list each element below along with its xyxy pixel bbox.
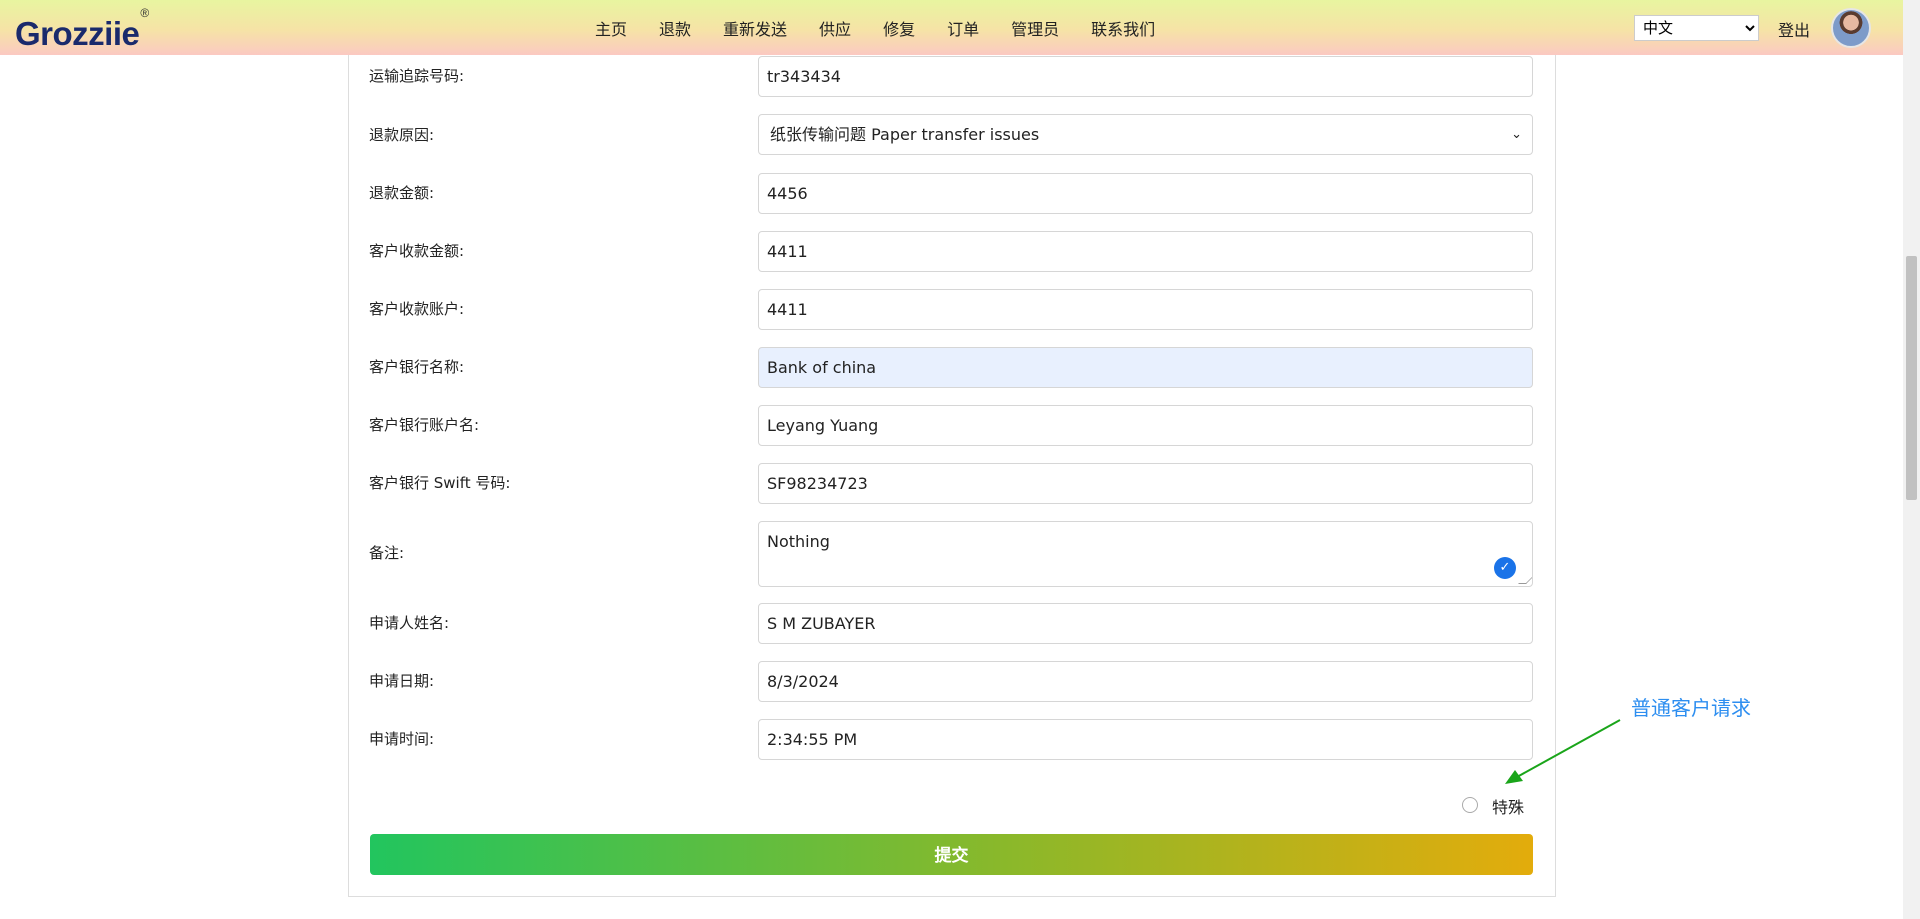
main-nav: 主页 退款 重新发送 供应 修复 订单 管理员 联系我们 (595, 0, 1187, 55)
application-date-label: 申请日期: (369, 672, 435, 690)
remarks-textarea[interactable]: Nothing ✓ (758, 521, 1533, 587)
nav-item-supply[interactable]: 供应 (819, 16, 851, 40)
refund-amount-input[interactable]: 4456 (758, 173, 1533, 214)
bank-name-input[interactable]: Bank of china (758, 347, 1533, 388)
logout-link[interactable]: 登出 (1778, 17, 1810, 41)
nav-item-repair[interactable]: 修复 (883, 16, 915, 40)
customer-account-label: 客户收款账户: (369, 300, 465, 318)
tracking-number-input[interactable]: tr343434 (758, 56, 1533, 97)
annotation-arrow-icon (1505, 719, 1621, 784)
swift-code-input[interactable]: SF98234723 (758, 463, 1533, 504)
nav-item-orders[interactable]: 订单 (947, 16, 979, 40)
scrollbar-thumb[interactable] (1906, 256, 1917, 500)
checkmark-icon: ✓ (1494, 557, 1516, 579)
page-scrollbar[interactable] (1903, 0, 1920, 919)
remarks-value: Nothing (767, 532, 830, 551)
nav-item-resend[interactable]: 重新发送 (723, 16, 787, 40)
application-time-label: 申请时间: (369, 730, 435, 748)
application-date-input[interactable]: 8/3/2024 (758, 661, 1533, 702)
refund-reason-label: 退款原因: (369, 126, 435, 144)
bank-name-label: 客户银行名称: (369, 358, 465, 376)
bank-account-name-label: 客户银行账户名: (369, 416, 480, 434)
top-navbar: Grozziie® 主页 退款 重新发送 供应 修复 订单 管理员 联系我们 中… (0, 0, 1903, 55)
chevron-down-icon: ⌄ (1511, 127, 1522, 142)
tracking-number-label: 运输追踪号码: (369, 67, 465, 85)
applicant-name-label: 申请人姓名: (369, 614, 450, 632)
remarks-label: 备注: (369, 544, 405, 562)
special-radio-label[interactable]: 特殊 (1492, 794, 1524, 818)
brand-logo[interactable]: Grozziie® (15, 6, 149, 53)
nav-item-home[interactable]: 主页 (595, 16, 627, 40)
refund-amount-label: 退款金额: (369, 184, 435, 202)
user-avatar[interactable] (1831, 8, 1871, 48)
application-time-input[interactable]: 2:34:55 PM (758, 719, 1533, 760)
annotation-text: 普通客户请求 (1631, 696, 1751, 720)
submit-button[interactable]: 提交 (370, 834, 1533, 875)
brand-name: Grozziie (15, 15, 140, 52)
swift-code-label: 客户银行 Swift 号码: (369, 474, 511, 492)
customer-receipt-amount-label: 客户收款金额: (369, 242, 465, 260)
customer-receipt-amount-input[interactable]: 4411 (758, 231, 1533, 272)
registered-mark: ® (140, 6, 149, 20)
nav-item-refund[interactable]: 退款 (659, 16, 691, 40)
nav-item-admin[interactable]: 管理员 (1011, 16, 1059, 40)
customer-account-input[interactable]: 4411 (758, 289, 1533, 330)
applicant-name-input[interactable]: S M ZUBAYER (758, 603, 1533, 644)
special-radio[interactable] (1462, 797, 1478, 813)
refund-reason-value: 纸张传输问题 Paper transfer issues (770, 125, 1040, 144)
bank-account-name-input[interactable]: Leyang Yuang (758, 405, 1533, 446)
resize-handle-icon[interactable] (1518, 576, 1532, 584)
nav-item-contact[interactable]: 联系我们 (1091, 16, 1155, 40)
refund-reason-select[interactable]: 纸张传输问题 Paper transfer issues ⌄ (758, 114, 1533, 155)
language-select[interactable]: 中文 (1634, 15, 1759, 41)
